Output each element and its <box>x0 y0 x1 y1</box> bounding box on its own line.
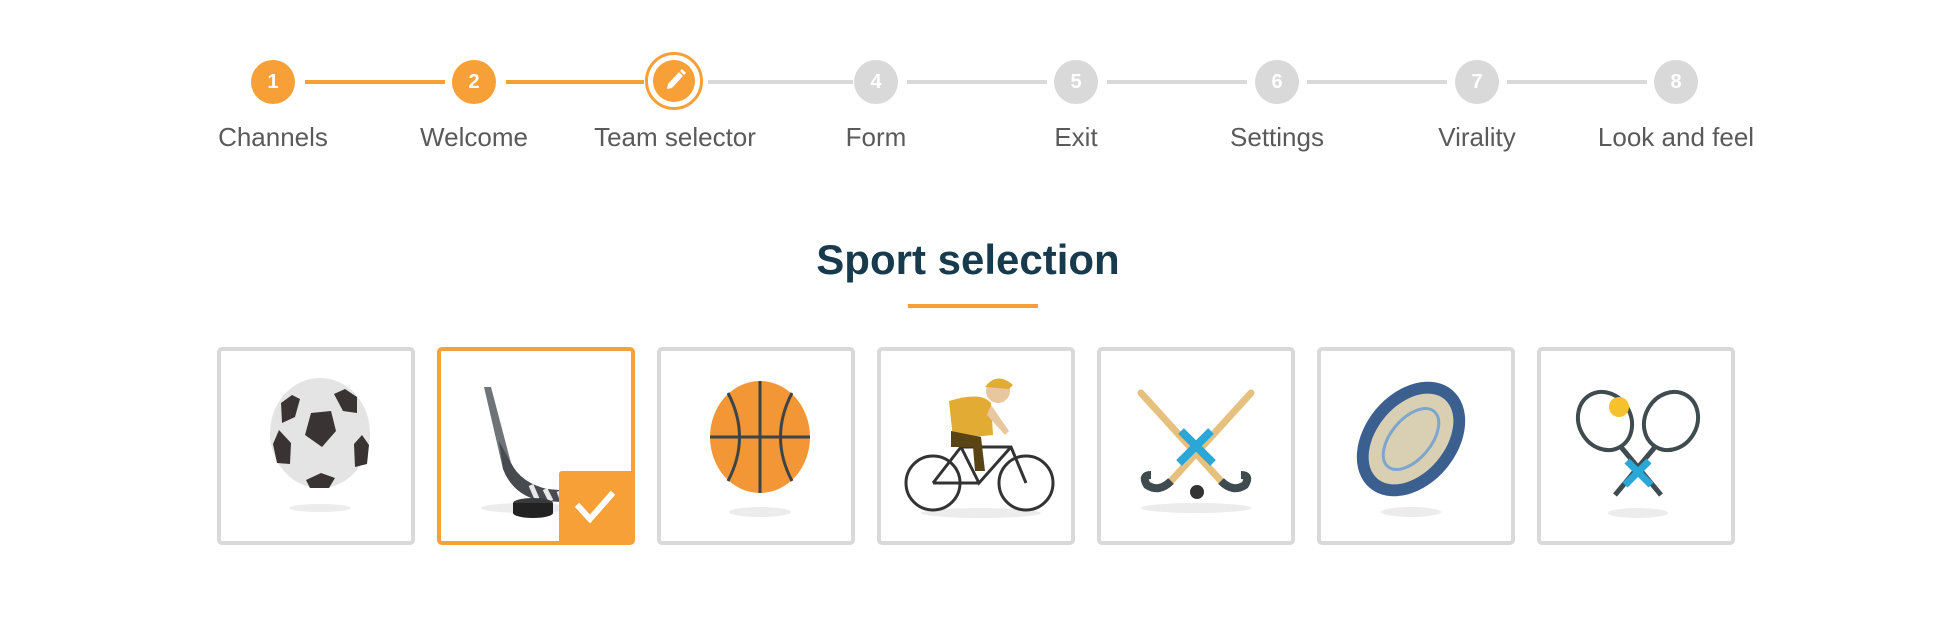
step-label: Look and feel <box>1597 122 1755 152</box>
checkmark-icon <box>574 490 616 524</box>
step-number: 2 <box>452 60 496 104</box>
step-number: 8 <box>1654 60 1698 104</box>
sport-card-basketball[interactable] <box>657 347 855 545</box>
sport-card-rugby[interactable] <box>1317 347 1515 545</box>
step-label: Exit <box>1054 122 1098 152</box>
cycling-icon <box>904 378 1055 518</box>
selected-check-badge <box>559 471 631 541</box>
step-label: Channels <box>218 122 328 152</box>
tennis-icon <box>1575 389 1701 518</box>
step-connector <box>506 80 644 84</box>
basketball-icon <box>710 381 810 517</box>
sport-card-cycling[interactable] <box>877 347 1075 545</box>
step-label: Team selector <box>594 122 756 152</box>
stepper: 1 Channels 2 Welcome Team selector 4 For… <box>0 0 1936 180</box>
sport-card-tennis[interactable] <box>1537 347 1735 545</box>
step-label: Welcome <box>420 122 528 152</box>
step-number: 4 <box>854 60 898 104</box>
pencil-icon <box>667 69 686 89</box>
step-number: 5 <box>1054 60 1098 104</box>
step-number: 6 <box>1255 60 1299 104</box>
step-connector <box>1507 80 1647 84</box>
step-number: 1 <box>251 60 295 104</box>
sport-card-field-hockey[interactable] <box>1097 347 1295 545</box>
step-label: Settings <box>1230 122 1324 152</box>
step-connector <box>1107 80 1247 84</box>
step-connector <box>305 80 445 84</box>
step-label: Form <box>845 122 907 152</box>
rugby-ball-icon <box>1356 381 1466 517</box>
step-label: Virality <box>1438 122 1516 152</box>
step-number: 7 <box>1455 60 1499 104</box>
step-connector <box>708 80 853 84</box>
soccer-ball-icon <box>270 378 370 512</box>
page-title: Sport selection <box>816 236 1120 283</box>
step-connector <box>1307 80 1447 84</box>
step-current-indicator <box>645 52 703 110</box>
sport-card-ice-hockey[interactable] <box>437 347 635 545</box>
step-connector <box>907 80 1047 84</box>
field-hockey-icon <box>1137 389 1255 513</box>
sport-card-soccer[interactable] <box>217 347 415 545</box>
title-underline <box>908 304 1038 308</box>
